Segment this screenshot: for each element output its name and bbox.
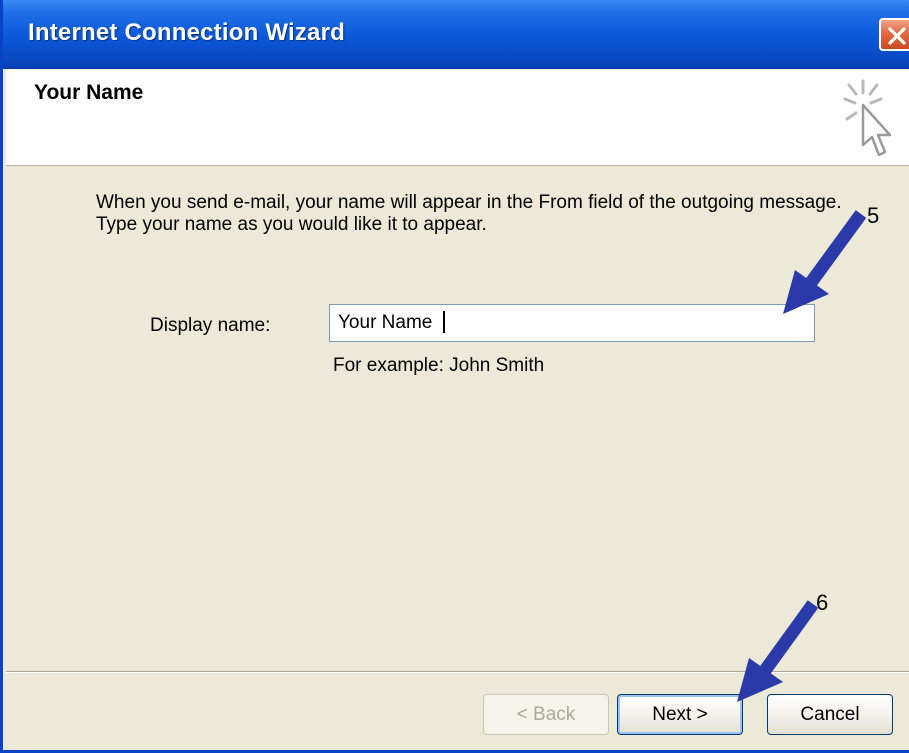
close-button[interactable] bbox=[879, 18, 909, 51]
title-bar[interactable]: Internet Connection Wizard bbox=[3, 0, 909, 69]
text-caret bbox=[443, 311, 445, 333]
step-5-label: 5 bbox=[867, 203, 880, 228]
instruction-line-2: Type your name as you would like it to a… bbox=[96, 214, 487, 235]
display-name-input[interactable] bbox=[329, 304, 815, 342]
page-title: Your Name bbox=[34, 81, 144, 104]
window-title: Internet Connection Wizard bbox=[28, 19, 345, 46]
annotation-arrow-5 bbox=[783, 210, 867, 314]
display-name-label: Display name: bbox=[150, 315, 271, 336]
instruction-line-1: When you send e-mail, your name will app… bbox=[96, 192, 842, 213]
wizard-window: Internet Connection Wizard Your Name Whe… bbox=[0, 0, 909, 753]
step-6-label: 6 bbox=[816, 590, 829, 615]
instructions-text: When you send e-mail, your name will app… bbox=[96, 192, 842, 236]
example-text: For example: John Smith bbox=[333, 355, 545, 376]
close-icon bbox=[888, 27, 906, 45]
wizard-header: Your Name bbox=[6, 69, 909, 166]
wizard-sparkle-cursor-icon bbox=[843, 79, 892, 157]
annotation-arrow-6 bbox=[737, 600, 819, 702]
back-button[interactable]: < Back bbox=[483, 694, 609, 735]
